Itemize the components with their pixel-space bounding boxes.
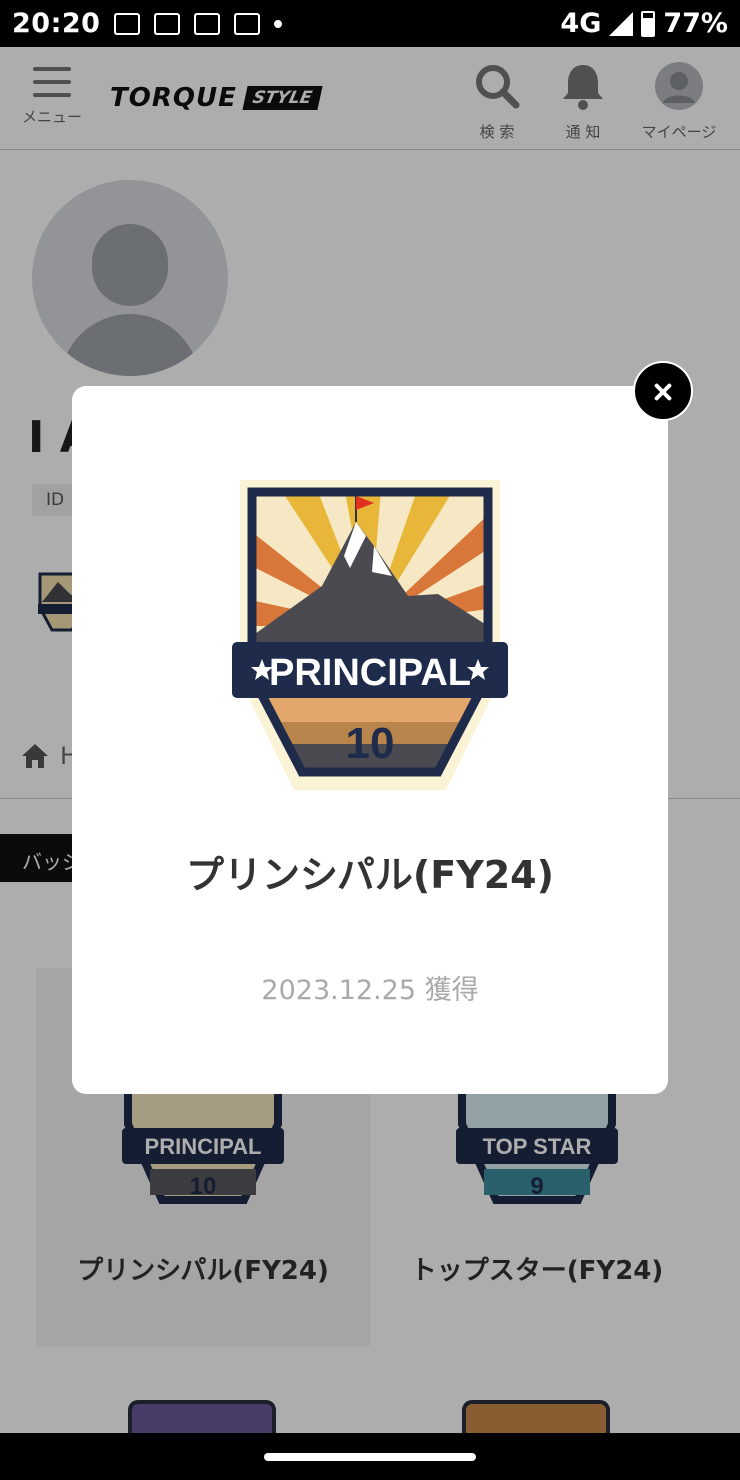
system-nav-bar [0, 1433, 740, 1480]
news-icon [194, 12, 221, 35]
status-bar: 20:20 4G 77% [0, 0, 740, 47]
mail-icon [114, 12, 141, 35]
close-modal-button[interactable] [633, 361, 693, 421]
more-dot-icon [274, 19, 283, 28]
home-gesture-handle[interactable] [264, 1453, 476, 1461]
modal-badge-number: 10 [346, 719, 395, 768]
battery-icon [641, 10, 656, 37]
principal-badge-icon: PRINCIPAL 10 [232, 480, 508, 790]
battery-level: 77% [663, 8, 728, 39]
modal-badge-title: プリンシパル(FY24) [186, 853, 554, 897]
badge-detail-modal: PRINCIPAL 10 プリンシパル(FY24) 2023.12.25 獲得 [72, 386, 668, 1094]
network-type: 4G [560, 8, 602, 39]
signal-icon [609, 11, 634, 36]
status-time: 20:20 [12, 8, 101, 39]
modal-badge-banner: PRINCIPAL [269, 652, 471, 694]
modal-acquired-date: 2023.12.25 獲得 [261, 975, 479, 1006]
status-notification-icons [114, 12, 283, 35]
gallery-icon [154, 12, 181, 35]
news-icon-2 [234, 12, 261, 35]
